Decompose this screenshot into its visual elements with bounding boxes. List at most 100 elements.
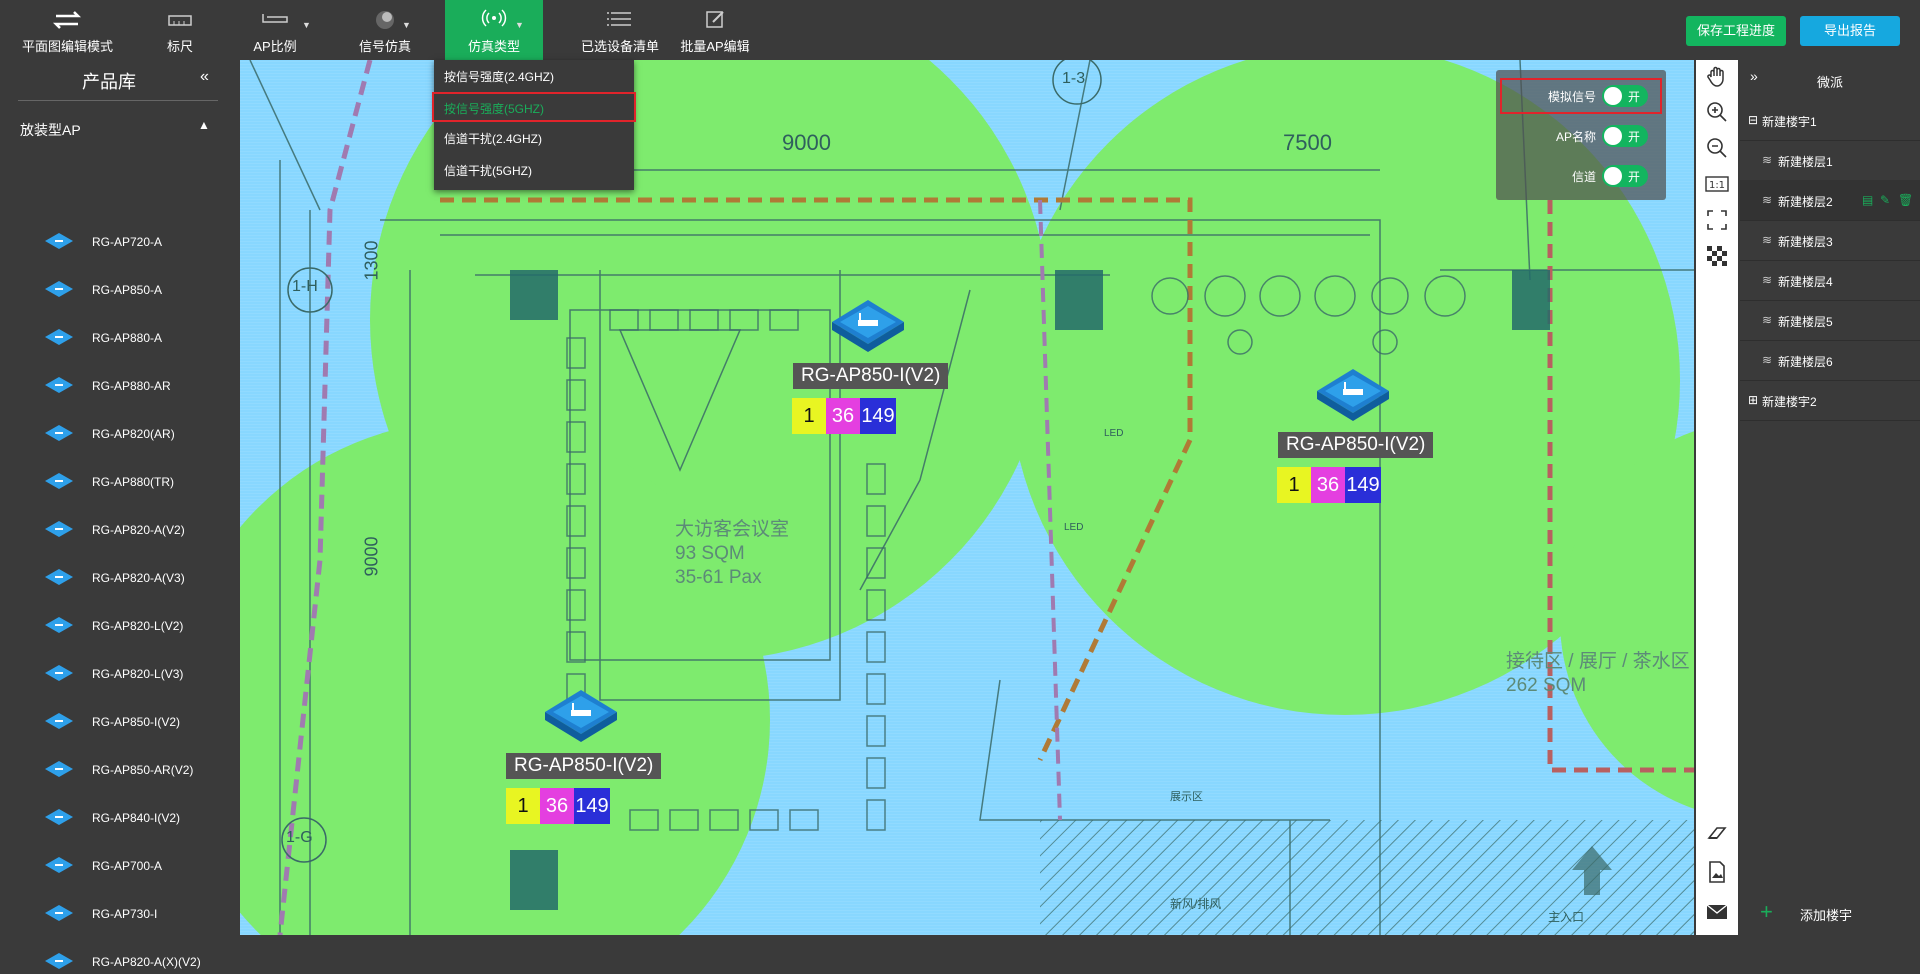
checkerboard-icon[interactable] — [1705, 244, 1729, 268]
channel-badge: 149 — [860, 398, 896, 434]
toggle-row-channel: 信道 开 — [1496, 160, 1666, 190]
floorplan-drawing — [240, 60, 1694, 935]
access-point-icon — [45, 281, 73, 297]
access-point-icon[interactable] — [543, 688, 619, 744]
delete-icon[interactable]: 🗑 — [1898, 193, 1913, 207]
toggle-row-ap-name: AP名称 开 — [1496, 120, 1666, 150]
tree-building-1[interactable]: ⊟ 新建楼宇1 — [1740, 100, 1920, 141]
tree-floor-item[interactable]: ≋ 新建楼层3 — [1740, 220, 1920, 261]
access-point-icon — [45, 953, 73, 969]
chevron-up-icon[interactable]: ▲ — [198, 118, 210, 132]
floorplan-note: LED — [1104, 428, 1124, 439]
tree-floor-item[interactable]: ≋ 新建楼层2 ▤ ✎ 🗑 — [1740, 180, 1920, 221]
fit-screen-icon[interactable] — [1705, 208, 1729, 232]
tree-building-2[interactable]: ⊞ 新建楼宇2 — [1740, 380, 1920, 421]
divider — [18, 100, 218, 101]
project-title: 微派 — [1816, 75, 1843, 90]
access-point-icon[interactable] — [1315, 367, 1391, 423]
zoom-out-icon[interactable] — [1705, 136, 1729, 160]
ruler-icon — [168, 15, 192, 26]
ruler-button[interactable]: 标尺 — [150, 0, 210, 60]
dimension-label: 7500 — [1283, 130, 1332, 155]
tree-floor-item[interactable]: ≋ 新建楼层6 — [1740, 340, 1920, 381]
access-point-icon[interactable] — [830, 298, 906, 354]
layers-icon: ≋ — [1762, 193, 1773, 207]
simulation-type-button[interactable]: 仿真类型 ▼ — [445, 0, 543, 60]
router-icon — [262, 14, 288, 23]
edit-icon[interactable]: ✎ — [1880, 193, 1890, 207]
access-point-icon — [45, 521, 73, 537]
image-file-icon[interactable] — [1705, 860, 1729, 884]
channel-badge: 36 — [1311, 467, 1345, 503]
svg-text:1:1: 1:1 — [1709, 180, 1725, 191]
grid-axis-label: 1-3 — [1062, 70, 1086, 87]
actual-size-icon[interactable]: 1:1 — [1705, 172, 1729, 196]
channel-badge: 149 — [574, 788, 610, 824]
chevron-down-icon[interactable]: ▼ — [302, 20, 311, 30]
highlight-box — [1500, 78, 1662, 114]
expand-plus-icon[interactable]: ⊞ — [1748, 393, 1758, 407]
channel-badge: 36 — [540, 788, 574, 824]
mail-icon[interactable] — [1705, 900, 1729, 924]
category-header[interactable]: 放装型AP — [20, 120, 81, 140]
access-point-icon — [45, 233, 73, 249]
selected-devices-list-button[interactable]: 已选设备清单 — [565, 0, 675, 60]
ap-name-label: RG-AP850-I(V2) — [506, 753, 662, 779]
layers-icon: ≋ — [1762, 313, 1773, 327]
swap-arrows-icon — [52, 11, 82, 29]
tree-floor-item[interactable]: ≋ 新建楼层1 — [1740, 140, 1920, 181]
room-label-meeting: 大访客会议室 93 SQM 35-61 Pax — [675, 519, 790, 588]
hand-pan-icon[interactable] — [1705, 64, 1729, 88]
layers-icon: ≋ — [1762, 273, 1773, 287]
menu-item-signal-5g[interactable]: 按信号强度(5GHZ) — [432, 92, 636, 122]
room-label-reception: 接待区 / 展厅 / 茶水区 262 SQM — [1506, 651, 1690, 696]
plus-icon: + — [1760, 899, 1773, 924]
list-icon — [607, 12, 631, 26]
collapse-minus-icon[interactable]: ⊟ — [1748, 113, 1758, 127]
menu-item-signal-2g[interactable]: 按信号强度(2.4GHZ) — [434, 62, 634, 92]
menu-item-interference-2g[interactable]: 信道干扰(2.4GHZ) — [434, 124, 634, 154]
collapse-panel-icon[interactable]: « — [200, 68, 209, 86]
access-point-icon — [45, 905, 73, 921]
channel-badge: 149 — [1345, 467, 1381, 503]
access-point-icon — [45, 665, 73, 681]
save-project-button[interactable]: 保存工程进度 — [1686, 16, 1786, 46]
broadcast-icon — [481, 9, 507, 27]
zoom-in-icon[interactable] — [1705, 100, 1729, 124]
floorplan-edit-mode-button[interactable]: 平面图编辑模式 — [20, 0, 115, 60]
channel-toggle[interactable]: 开 — [1602, 165, 1648, 187]
ap-name-toggle[interactable]: 开 — [1602, 125, 1648, 147]
access-point-icon — [45, 329, 73, 345]
access-point-icon — [45, 761, 73, 777]
signal-coverage — [240, 60, 1694, 935]
signal-simulation-button[interactable]: 信号仿真 — [350, 0, 420, 60]
dimension-label: 9000 — [361, 536, 382, 577]
access-point-icon — [45, 617, 73, 633]
dimension-label: 9000 — [782, 130, 831, 155]
menu-item-interference-5g[interactable]: 信道干扰(5GHZ) — [434, 156, 634, 186]
access-point-icon — [45, 809, 73, 825]
channel-badge: 36 — [826, 398, 860, 434]
copy-icon[interactable]: ▤ — [1862, 193, 1873, 207]
floorplan-note: 新风/排风 — [1170, 897, 1222, 911]
ap-scale-button[interactable]: AP比例 — [245, 0, 305, 60]
chevron-down-icon[interactable]: ▼ — [402, 20, 411, 30]
tree-floor-item[interactable]: ≋ 新建楼层4 — [1740, 260, 1920, 301]
product-library-title: 产品库 — [82, 72, 136, 92]
chevron-down-icon[interactable]: ▼ — [515, 20, 524, 30]
floorplan-note: LED — [1064, 522, 1084, 533]
floorplan-canvas[interactable]: 9000 7500 1300 9000 1-H 1-G 1-3 大访客会议室 9… — [240, 60, 1694, 935]
layers-icon: ≋ — [1762, 353, 1773, 367]
export-report-button[interactable]: 导出报告 — [1800, 16, 1900, 46]
layers-icon: ≋ — [1762, 153, 1773, 167]
simulation-type-menu: 按信号强度(2.4GHZ) 按信号强度(5GHZ) 信道干扰(2.4GHZ) 信… — [432, 60, 636, 190]
eraser-icon[interactable] — [1705, 820, 1729, 844]
channel-badge: 1 — [1277, 467, 1311, 503]
product-library-panel: 产品库 « 放装型AP ▲ RG-AP720-A RG-AP850-A RG-AP8… — [0, 60, 238, 969]
channel-badge: 1 — [506, 788, 540, 824]
access-point-icon — [45, 473, 73, 489]
canvas-tools: 1:1 — [1696, 60, 1738, 935]
batch-ap-edit-button[interactable]: 批量AP编辑 — [675, 0, 755, 60]
floorplan-note: 主入口 — [1548, 910, 1585, 924]
tree-floor-item[interactable]: ≋ 新建楼层5 — [1740, 300, 1920, 341]
